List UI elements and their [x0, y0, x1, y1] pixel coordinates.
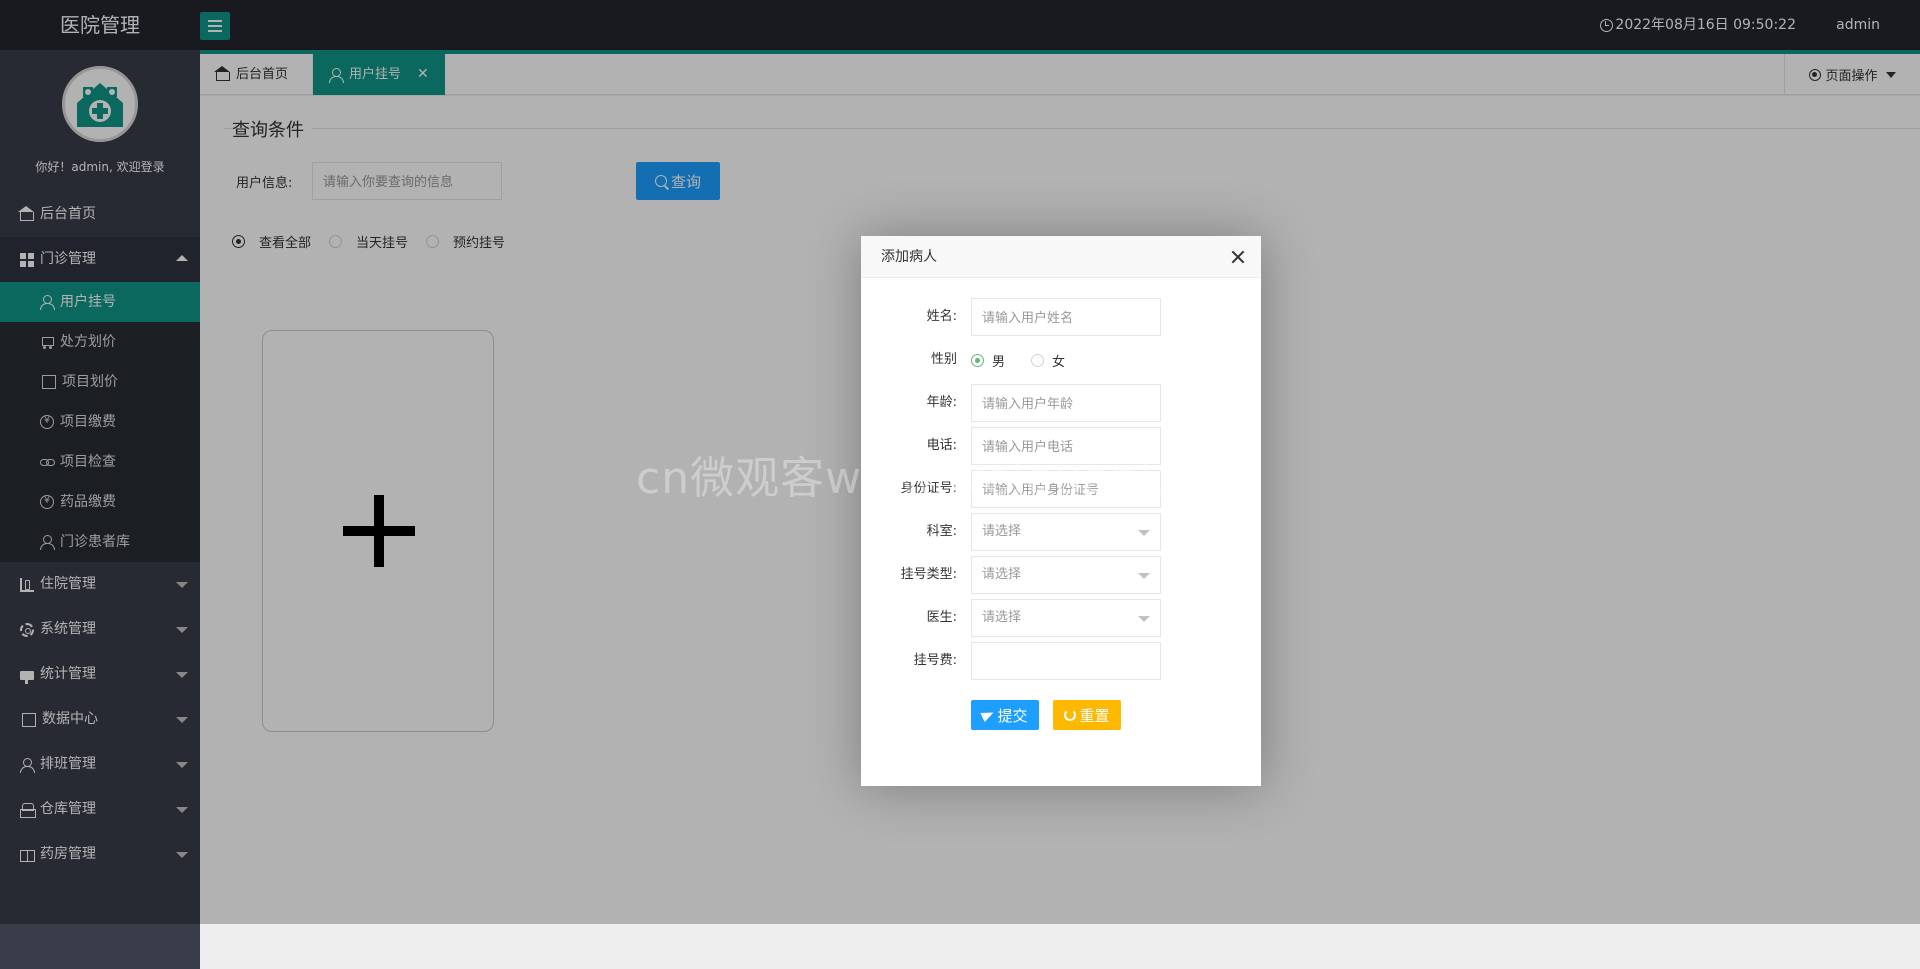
department-select[interactable]: 请选择 — [971, 513, 1161, 551]
refresh-icon — [1064, 709, 1077, 721]
reset-button-label: 重置 — [1079, 706, 1110, 725]
registration-type-select-value: 请选择 — [982, 567, 1022, 582]
form-row-registration-type: 挂号类型: 请选择 — [861, 556, 1261, 594]
modal-header: 添加病人 — [861, 236, 1261, 278]
radio-unchecked-icon[interactable] — [1031, 353, 1045, 367]
form-row-fee: 挂号费: — [861, 642, 1261, 680]
phone-input[interactable] — [971, 427, 1161, 465]
form-row-idcard: 身份证号: — [861, 470, 1261, 508]
chevron-down-icon — [1138, 616, 1150, 622]
send-icon — [980, 707, 997, 723]
registration-type-select[interactable]: 请选择 — [971, 556, 1161, 594]
sex-label: 性别 — [930, 352, 957, 367]
form-row-name: 姓名: — [861, 298, 1261, 336]
form-row-department: 科室: 请选择 — [861, 513, 1261, 551]
submit-button-label: 提交 — [997, 706, 1028, 725]
close-icon[interactable] — [1231, 250, 1245, 264]
fee-input[interactable] — [971, 642, 1161, 680]
form-row-age: 年龄: — [861, 384, 1261, 422]
department-select-value: 请选择 — [982, 524, 1022, 539]
form-row-doctor: 医生: 请选择 — [861, 599, 1261, 637]
add-patient-modal: 添加病人 姓名: 性别 男 女 年龄: 电话: 身份证号: 科室: — [861, 236, 1261, 786]
idcard-label: 身份证号: — [900, 481, 957, 496]
modal-title: 添加病人 — [881, 249, 937, 265]
footer-bar — [200, 924, 1920, 969]
registration-type-label: 挂号类型: — [900, 567, 957, 582]
chevron-down-icon — [1138, 573, 1150, 579]
department-label: 科室: — [926, 524, 957, 539]
radio-label: 男 — [992, 354, 1006, 370]
radio-label: 女 — [1052, 354, 1066, 370]
name-label: 姓名: — [926, 309, 957, 324]
age-label: 年龄: — [926, 395, 957, 410]
fee-label: 挂号费: — [913, 653, 957, 668]
radio-checked-icon[interactable] — [971, 353, 984, 367]
submit-button[interactable]: 提交 — [971, 700, 1039, 730]
phone-label: 电话: — [926, 438, 957, 453]
chevron-down-icon — [1138, 530, 1150, 536]
form-row-sex: 性别 男 女 — [861, 341, 1261, 379]
name-input[interactable] — [971, 298, 1161, 336]
idcard-input[interactable] — [971, 470, 1161, 508]
sex-female-radio[interactable]: 女 — [1031, 351, 1065, 370]
doctor-select[interactable]: 请选择 — [971, 599, 1161, 637]
sex-male-radio[interactable]: 男 — [971, 351, 1005, 370]
form-row-phone: 电话: — [861, 427, 1261, 465]
sex-radio-group: 男 女 — [971, 341, 1065, 379]
doctor-label: 医生: — [926, 610, 957, 625]
age-input[interactable] — [971, 384, 1161, 422]
reset-button[interactable]: 重置 — [1053, 700, 1121, 730]
doctor-select-value: 请选择 — [982, 610, 1022, 625]
